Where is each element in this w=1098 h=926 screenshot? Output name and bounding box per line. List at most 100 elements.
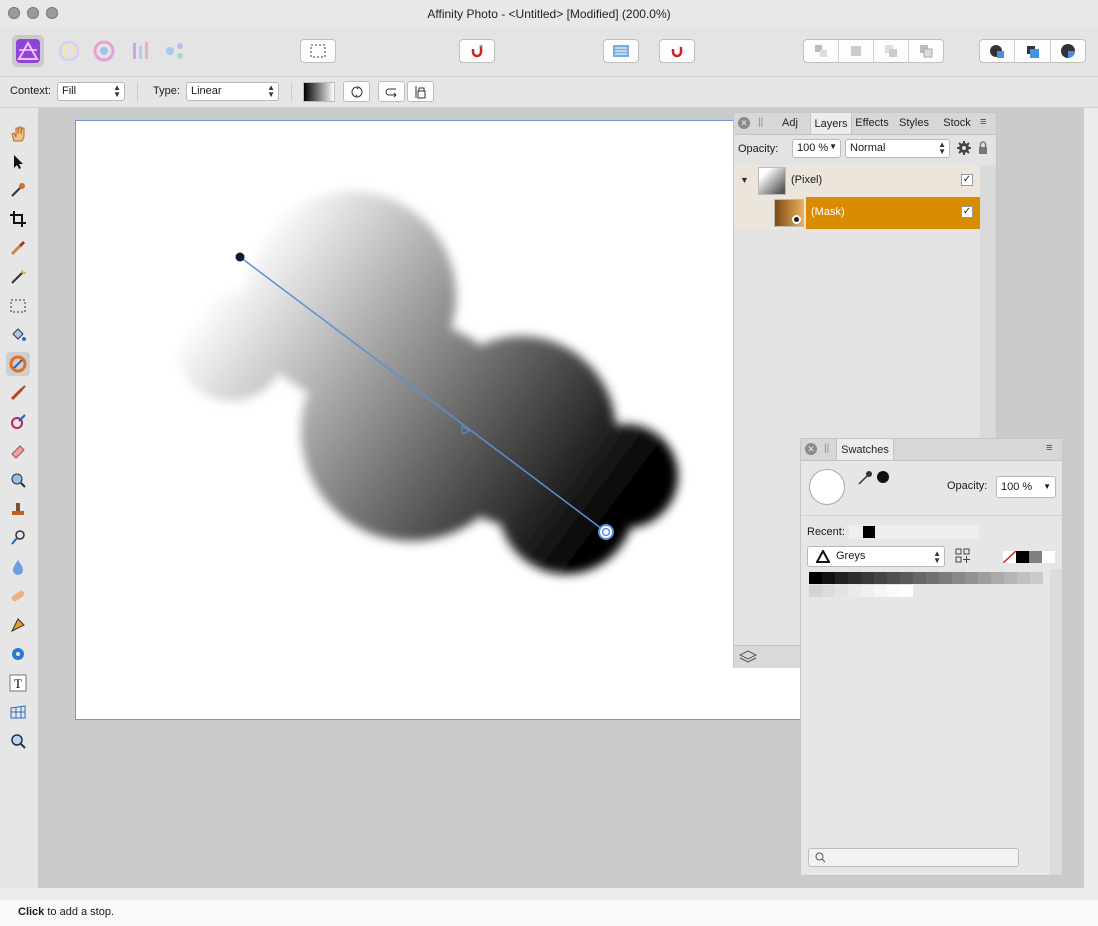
disclosure-triangle-icon[interactable]: ▼ bbox=[740, 175, 749, 185]
color-replacement-tool[interactable] bbox=[6, 410, 30, 434]
boolean-intersect-button[interactable] bbox=[1051, 40, 1085, 62]
swatch[interactable] bbox=[1030, 572, 1043, 584]
gradient-preview[interactable] bbox=[303, 82, 335, 102]
swatch[interactable] bbox=[822, 572, 835, 584]
close-icon[interactable]: ✕ bbox=[738, 117, 750, 129]
boolean-subtract-button[interactable] bbox=[1015, 40, 1051, 62]
clone-brush-tool[interactable] bbox=[6, 497, 30, 521]
mesh-warp-tool[interactable] bbox=[6, 700, 30, 724]
swatch[interactable] bbox=[835, 572, 848, 584]
snapping-button-2[interactable] bbox=[659, 39, 695, 63]
panel-menu-icon[interactable]: ≡ bbox=[980, 116, 986, 128]
none-swatch-icon[interactable] bbox=[1003, 551, 1016, 563]
context-select[interactable]: Fill ▲ ▼ bbox=[57, 82, 125, 101]
arrange-backward-button[interactable] bbox=[839, 40, 874, 62]
swatch[interactable] bbox=[874, 572, 887, 584]
close-icon[interactable]: ✕ bbox=[805, 443, 817, 455]
blur-brush-tool[interactable] bbox=[6, 555, 30, 579]
develop-persona-button[interactable] bbox=[93, 40, 115, 62]
flood-select-tool[interactable] bbox=[6, 265, 30, 289]
layers-stack-icon[interactable] bbox=[738, 649, 758, 668]
tab-swatches[interactable]: Swatches bbox=[836, 439, 894, 460]
tone-mapping-persona-button[interactable] bbox=[130, 40, 152, 62]
swatch[interactable] bbox=[861, 572, 874, 584]
swatch[interactable] bbox=[939, 572, 952, 584]
swatch[interactable] bbox=[861, 585, 874, 597]
arrange-front-button[interactable] bbox=[909, 40, 943, 62]
eyedropper-icon[interactable] bbox=[857, 470, 873, 489]
view-tool[interactable] bbox=[6, 122, 30, 146]
dodge-brush-tool[interactable] bbox=[6, 526, 30, 550]
crop-tool[interactable] bbox=[6, 207, 30, 231]
gradient-lock-button[interactable] bbox=[407, 81, 434, 102]
tab-styles[interactable]: Styles bbox=[894, 113, 934, 133]
swatch[interactable] bbox=[1017, 572, 1030, 584]
flip-gradient-button[interactable] bbox=[378, 81, 405, 102]
swatch[interactable] bbox=[822, 585, 835, 597]
gradient-tool[interactable] bbox=[6, 352, 30, 376]
tab-effects[interactable]: Effects bbox=[852, 113, 892, 133]
tab-layers[interactable]: Layers bbox=[810, 113, 852, 134]
swatch[interactable] bbox=[926, 572, 939, 584]
color-picker-tool[interactable] bbox=[6, 178, 30, 202]
shape-tool[interactable] bbox=[6, 642, 30, 666]
export-persona-button[interactable] bbox=[164, 40, 186, 62]
layers-opacity-field[interactable]: 100 % ▼ bbox=[792, 139, 841, 158]
swatches-search-input[interactable] bbox=[808, 848, 1019, 867]
paint-brush-tool[interactable] bbox=[6, 381, 30, 405]
swatches-scrollbar[interactable] bbox=[1050, 569, 1062, 875]
swatch[interactable] bbox=[835, 585, 848, 597]
arrange-back-button[interactable] bbox=[804, 40, 839, 62]
photo-persona-button[interactable] bbox=[12, 35, 44, 67]
gear-icon[interactable] bbox=[956, 140, 972, 156]
move-tool[interactable] bbox=[6, 150, 30, 174]
liquify-persona-button[interactable] bbox=[58, 40, 80, 62]
lock-icon[interactable] bbox=[977, 140, 989, 156]
white-swatch[interactable] bbox=[1042, 551, 1055, 563]
black-swatch[interactable] bbox=[1016, 551, 1029, 563]
swatch[interactable] bbox=[900, 572, 913, 584]
swatch[interactable] bbox=[952, 572, 965, 584]
tab-stock[interactable]: Stock bbox=[938, 113, 976, 133]
pen-tool[interactable] bbox=[6, 613, 30, 637]
swatch[interactable] bbox=[887, 585, 900, 597]
swatch[interactable] bbox=[848, 585, 861, 597]
marquee-tool[interactable] bbox=[6, 294, 30, 318]
flood-fill-tool[interactable] bbox=[6, 323, 30, 347]
panel-menu-icon[interactable]: ≡ bbox=[1046, 442, 1052, 454]
swatch[interactable] bbox=[913, 572, 926, 584]
layer-visibility-checkbox[interactable]: ✓ bbox=[961, 174, 973, 186]
blend-mode-select[interactable]: Normal ▲ ▼ bbox=[845, 139, 950, 158]
zoom-tool[interactable] bbox=[6, 729, 30, 753]
recent-swatch[interactable] bbox=[863, 526, 875, 538]
document-canvas[interactable] bbox=[75, 120, 802, 720]
zoom-lens-tool[interactable] bbox=[6, 468, 30, 492]
layer-visibility-checkbox[interactable]: ✓ bbox=[961, 206, 973, 218]
arrange-forward-button[interactable] bbox=[874, 40, 909, 62]
swatch[interactable] bbox=[965, 572, 978, 584]
gradient-start-stop[interactable] bbox=[235, 252, 245, 262]
swatches-opacity-field[interactable]: 100 % ▼ bbox=[996, 476, 1056, 498]
add-swatch-icon[interactable] bbox=[955, 548, 971, 567]
grey-swatch[interactable] bbox=[1029, 551, 1042, 563]
grip-icon[interactable]: || bbox=[824, 443, 829, 454]
fill-color-well[interactable] bbox=[809, 469, 845, 505]
swatch[interactable] bbox=[874, 585, 887, 597]
boolean-add-button[interactable] bbox=[980, 40, 1016, 62]
text-tool[interactable]: T bbox=[6, 671, 30, 695]
selection-brush-tool[interactable] bbox=[6, 236, 30, 260]
reverse-gradient-button[interactable] bbox=[343, 81, 370, 102]
swatch[interactable] bbox=[848, 572, 861, 584]
marquee-selection-button[interactable] bbox=[300, 39, 336, 63]
tab-adj[interactable]: Adj bbox=[774, 113, 806, 133]
swatch[interactable] bbox=[1004, 572, 1017, 584]
align-button[interactable] bbox=[603, 39, 639, 63]
swatch[interactable] bbox=[978, 572, 991, 584]
grip-icon[interactable]: || bbox=[758, 117, 763, 128]
erase-brush-tool[interactable] bbox=[6, 439, 30, 463]
swatch[interactable] bbox=[809, 572, 822, 584]
stroke-color-well[interactable] bbox=[877, 471, 889, 483]
type-select[interactable]: Linear ▲ ▼ bbox=[186, 82, 279, 101]
swatch[interactable] bbox=[887, 572, 900, 584]
palette-select[interactable]: Greys ▲ ▼ bbox=[807, 546, 945, 567]
